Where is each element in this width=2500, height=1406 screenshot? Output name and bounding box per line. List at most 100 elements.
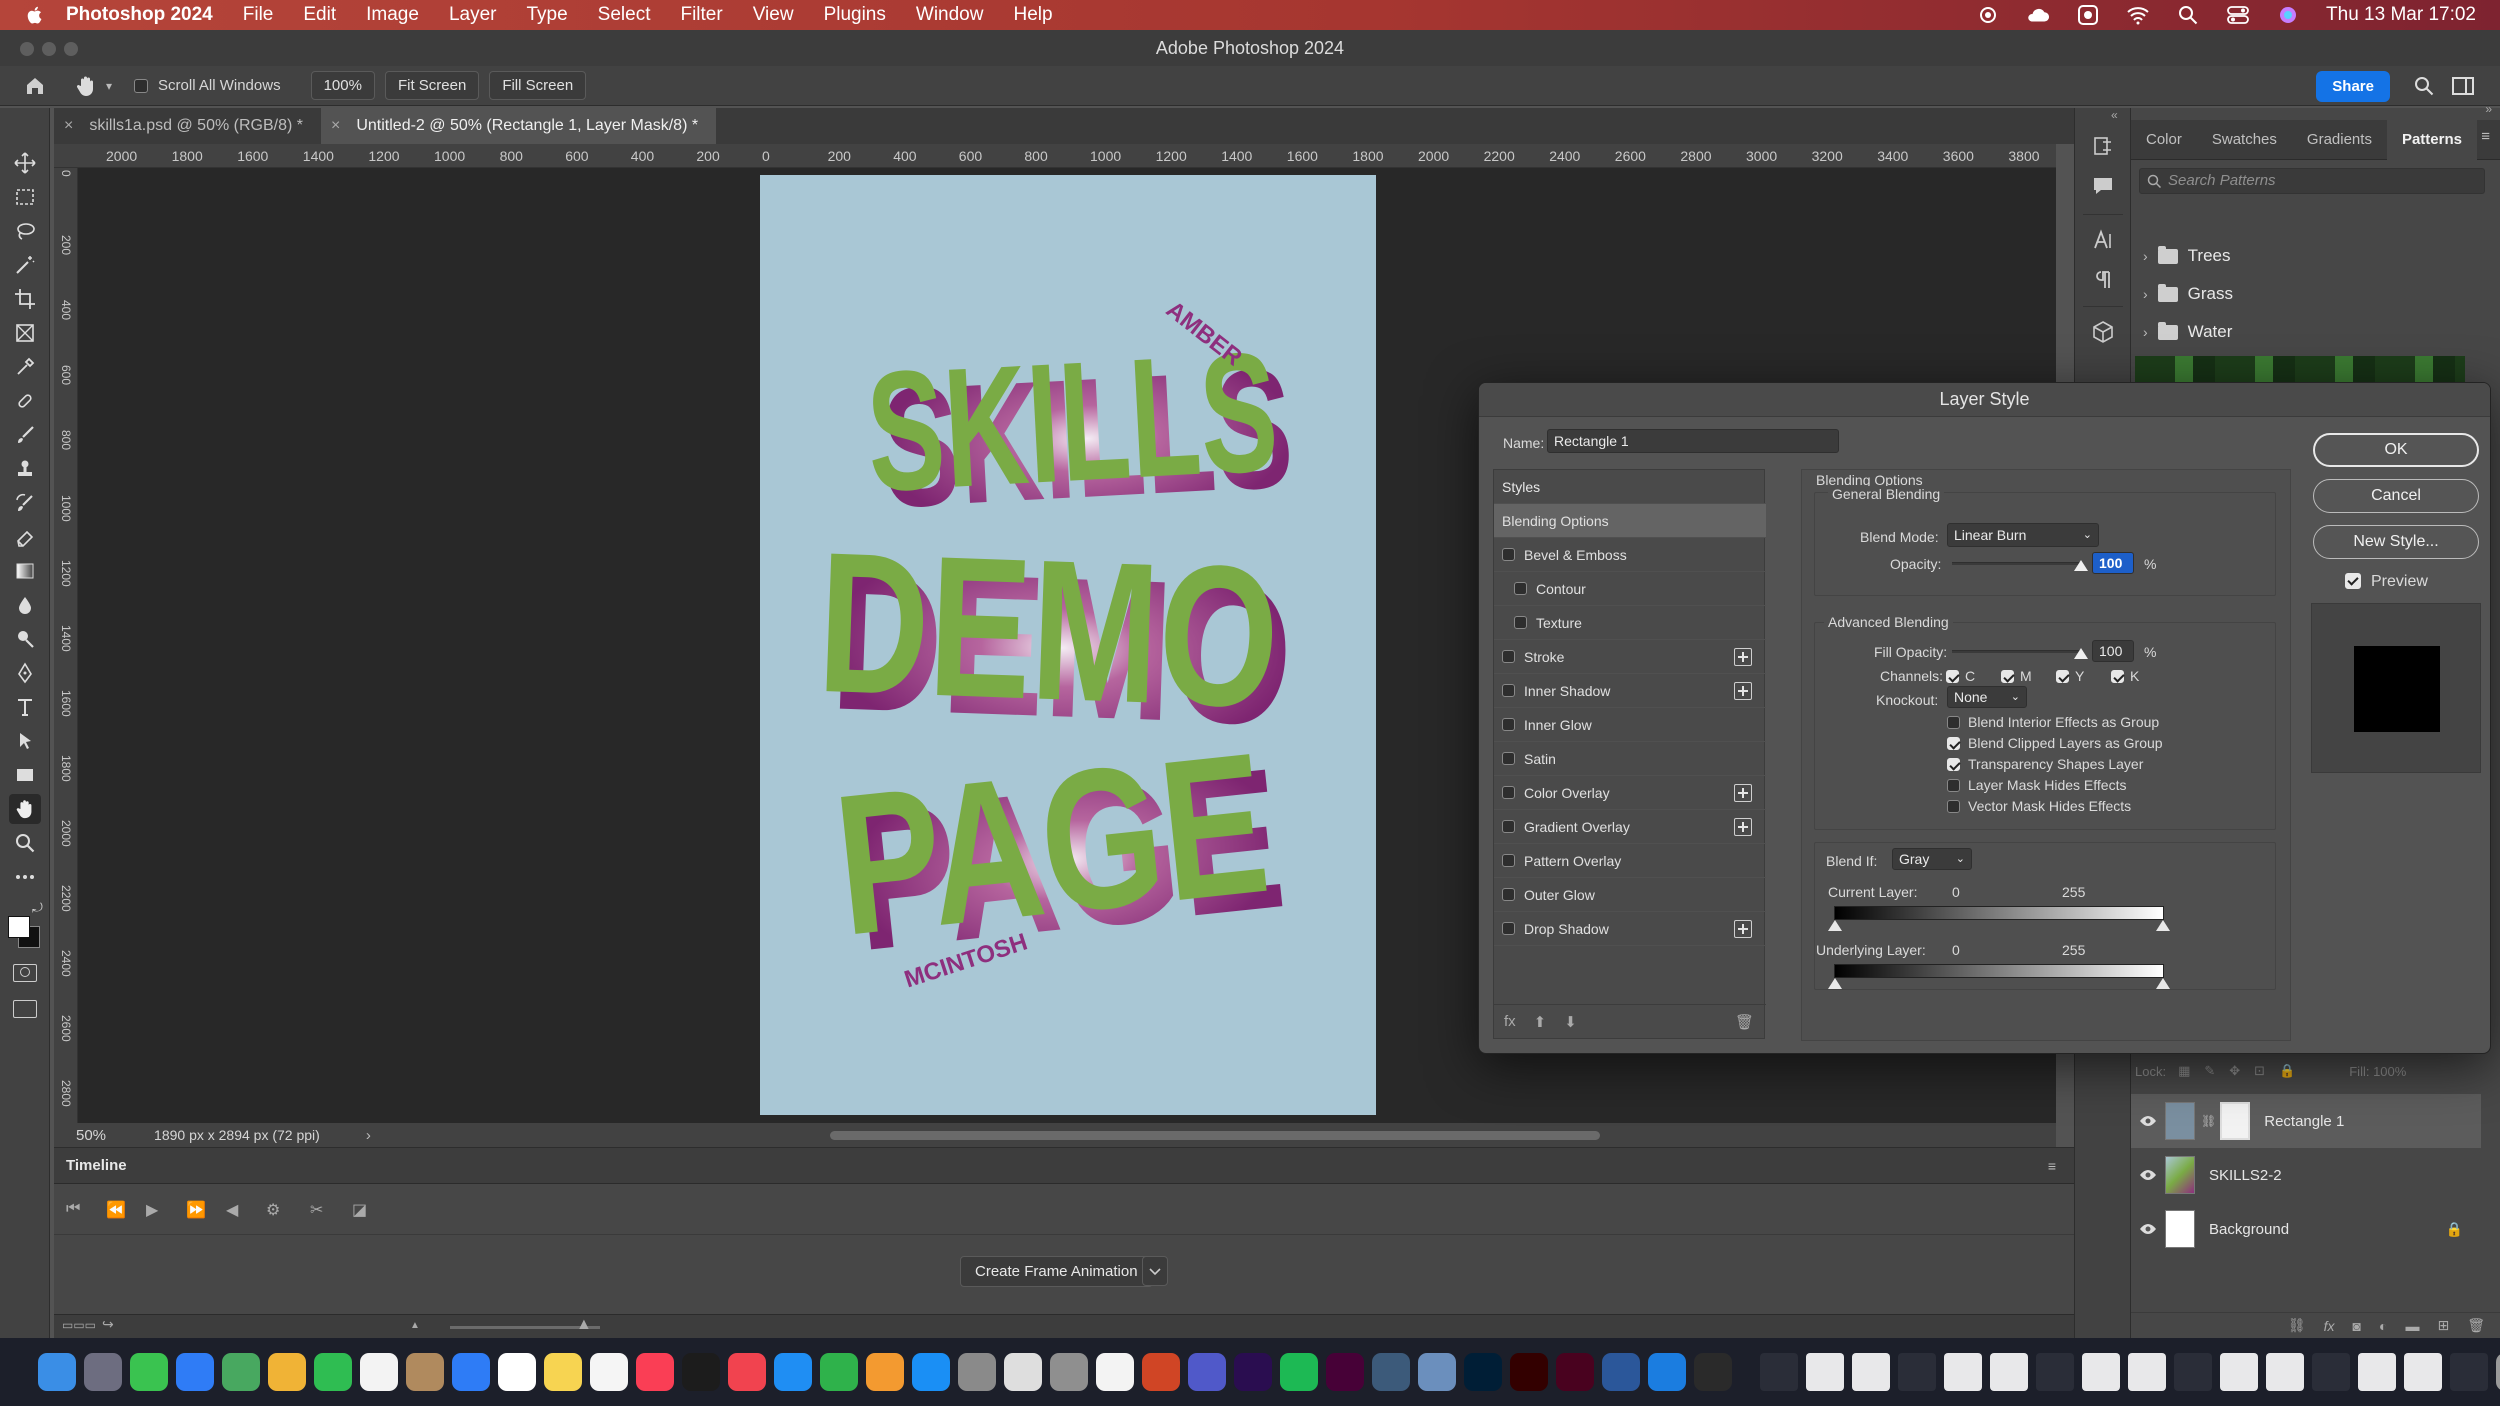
dock-recent-window-thumbnail[interactable] [2128,1353,2166,1391]
ok-button[interactable]: OK [2313,433,2479,467]
chevron-right-icon[interactable]: › [2143,248,2148,264]
menu-image[interactable]: Image [366,4,419,26]
eye-icon[interactable] [2131,1115,2165,1127]
fill-screen-button[interactable]: Fill Screen [489,71,587,100]
dock-photos-icon[interactable] [268,1353,306,1391]
history-panel-icon[interactable] [2089,132,2117,160]
paragraph-panel-icon[interactable] [2089,266,2117,294]
style-item-gradient-overlay[interactable]: Gradient Overlay [1494,810,1766,844]
timeline-panel-menu-icon[interactable]: ≡ [2048,1158,2056,1174]
menu-layer[interactable]: Layer [449,4,497,26]
style-item-satin[interactable]: Satin [1494,742,1766,776]
close-tab-icon[interactable]: × [64,117,73,135]
add-effect-plus-icon[interactable] [1734,681,1752,700]
screen-mode-icon[interactable] [13,1000,37,1018]
dock-notes-icon[interactable] [544,1353,582,1391]
style-item-pattern-overlay[interactable]: Pattern Overlay [1494,844,1766,878]
gradient-tool-icon[interactable] [9,556,41,586]
dock-mail-icon[interactable] [176,1353,214,1391]
layer-name[interactable]: Background [2209,1221,2289,1238]
dock-powerpoint-icon[interactable] [1142,1353,1180,1391]
pattern-group-water[interactable]: › Water [2143,321,2232,342]
vector-mask-hides-effects-checkbox[interactable] [1947,800,1960,813]
menu-file[interactable]: File [243,4,274,26]
hand-tool-icon[interactable] [9,794,41,824]
horizontal-ruler[interactable]: 2000 1800 1600 1400 1200 1000 800 600 400 200 0 200… [54,144,2056,168]
clone-stamp-tool-icon[interactable] [9,454,41,484]
pattern-group-trees[interactable]: › Trees [2143,245,2231,266]
dock-recent-window-thumbnail[interactable] [1898,1353,1936,1391]
fill-opacity-slider-thumb[interactable] [2074,648,2088,659]
magic-wand-tool-icon[interactable] [9,250,41,280]
underlying-layer-gradient-bar[interactable] [1834,964,2164,978]
dock-recent-window-thumbnail[interactable] [2450,1353,2488,1391]
status-chevron-right-icon[interactable]: › [366,1127,371,1144]
crop-tool-icon[interactable] [9,284,41,314]
dock-finder-icon[interactable] [38,1353,76,1391]
previous-frame-icon[interactable]: ⏪ [106,1200,126,1220]
layer-name[interactable]: SKILLS2-2 [2209,1167,2282,1184]
lock-icons[interactable]: ▦✎✥⊡🔒 [2178,1063,2309,1079]
channel-c-checkbox[interactable] [1946,670,1959,683]
zoom-100-button[interactable]: 100% [310,71,375,100]
dock-app-store-icon[interactable] [912,1353,950,1391]
character-panel-icon[interactable] [2089,226,2117,254]
eye-icon[interactable] [2131,1223,2165,1235]
dock-recent-window-thumbnail[interactable] [1990,1353,2028,1391]
dock-contacts-icon[interactable] [406,1353,444,1391]
expand-panels-icon[interactable]: » [2485,102,2492,116]
zoom-tool-icon[interactable] [9,828,41,858]
dock-calendar-icon[interactable] [360,1353,398,1391]
move-tool-icon[interactable] [9,148,41,178]
transparency-shapes-layer-checkbox[interactable] [1947,758,1960,771]
eye-icon[interactable] [2131,1169,2165,1181]
dock-recent-window-thumbnail[interactable] [1944,1353,1982,1391]
apple-logo-icon[interactable] [24,4,46,26]
split-scissors-icon[interactable]: ✂ [310,1200,323,1220]
dock-recent-window-thumbnail[interactable] [2404,1353,2442,1391]
dodge-tool-icon[interactable] [9,624,41,654]
horizontal-scrollbar[interactable] [830,1131,1600,1140]
chevron-right-icon[interactable]: › [2143,324,2148,340]
go-to-first-frame-icon[interactable]: ⏮ [66,1200,80,1218]
pattern-swatch-strip[interactable] [2135,356,2465,382]
blend-clipped-layers-checkbox[interactable] [1947,737,1960,750]
dock-messages-icon[interactable] [130,1353,168,1391]
blur-tool-icon[interactable] [9,590,41,620]
styles-header[interactable]: Styles [1494,470,1766,504]
style-item-texture[interactable]: Texture [1494,606,1766,640]
style-item-inner-glow[interactable]: Inner Glow [1494,708,1766,742]
scroll-all-windows-checkbox[interactable] [134,78,149,93]
frame-tool-icon[interactable] [9,318,41,348]
document-canvas[interactable]: SKILLS DEMO PAGE SKILLS DEMO PAGE AMBER … [760,175,1376,1115]
dock-launchpad-icon[interactable] [84,1353,122,1391]
lock-icon[interactable]: 🔒 [2446,1221,2463,1238]
group-folder-icon[interactable]: ▬ [2405,1318,2419,1334]
eraser-tool-icon[interactable] [9,522,41,552]
underlying-layer-black-thumb[interactable] [1828,978,1842,989]
dock-epic-games-icon[interactable] [1694,1353,1732,1391]
comments-panel-icon[interactable] [2089,172,2117,200]
dock-recent-window-thumbnail[interactable] [2220,1353,2258,1391]
creative-cloud-icon[interactable] [1976,5,2000,25]
underlying-layer-white-thumb[interactable] [2156,978,2170,989]
style-item-inner-shadow[interactable]: Inner Shadow [1494,674,1766,708]
layer-thumbnail[interactable] [2165,1210,2195,1248]
dock-recent-window-thumbnail[interactable] [1852,1353,1890,1391]
search-patterns-input[interactable]: Search Patterns [2139,168,2485,194]
search-icon[interactable] [2414,76,2434,96]
dock-recent-window-thumbnail[interactable] [2358,1353,2396,1391]
dock-screenshot-icon[interactable] [1004,1353,1042,1391]
channel-m-checkbox[interactable] [2001,670,2014,683]
workspace-icon[interactable] [2452,76,2474,96]
menu-help[interactable]: Help [1013,4,1052,26]
collapse-panels-icon[interactable]: « [2111,108,2118,122]
wifi-icon[interactable] [2126,5,2150,25]
dock-quicktime-icon[interactable] [1372,1353,1410,1391]
chevron-right-icon[interactable]: › [2143,286,2148,302]
cancel-button[interactable]: Cancel [2313,479,2479,513]
style-checkbox[interactable] [1514,616,1527,629]
style-checkbox[interactable] [1502,786,1515,799]
tab-gradients[interactable]: Gradients [2292,120,2387,160]
style-checkbox[interactable] [1502,752,1515,765]
